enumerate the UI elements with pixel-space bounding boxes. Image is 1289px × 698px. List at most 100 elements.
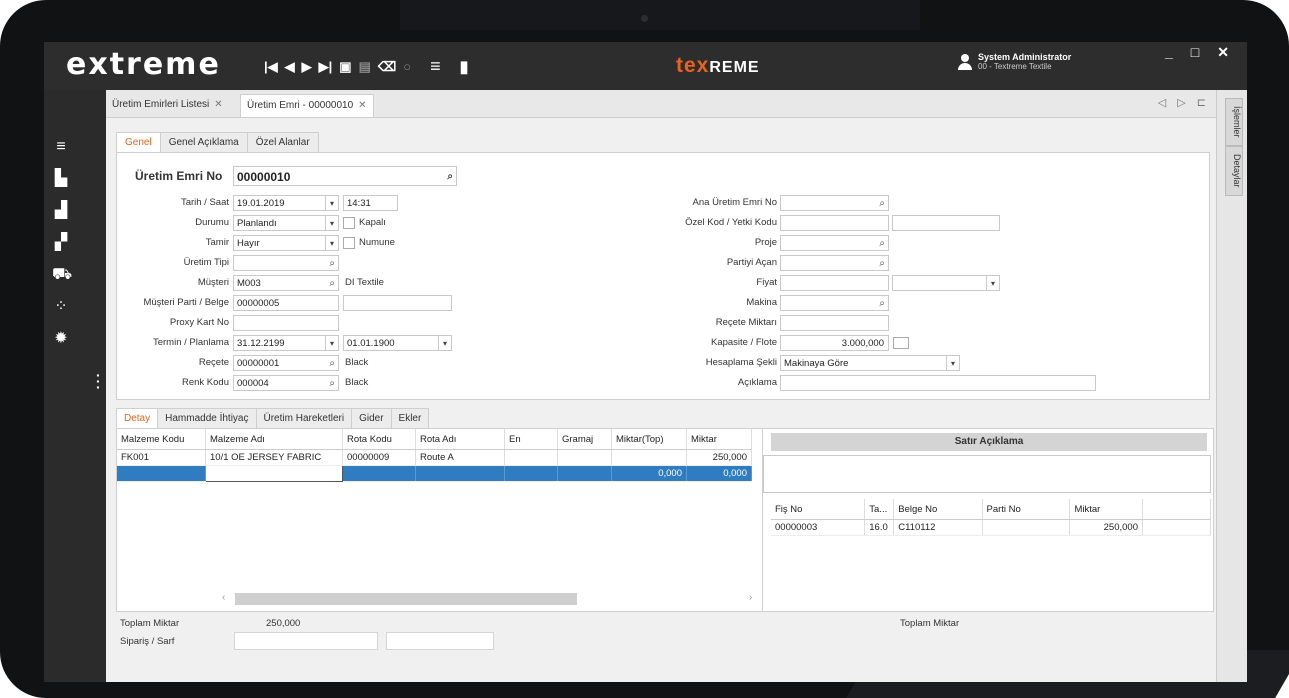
column-header[interactable]: Gramaj <box>557 429 612 450</box>
batch-opener-field[interactable]: ⌕ <box>780 255 889 271</box>
search-icon[interactable]: ⌕ <box>447 167 453 185</box>
column-header[interactable]: Malzeme Kodu <box>117 429 206 450</box>
chevron-down-icon[interactable]: ▾ <box>325 336 338 350</box>
order-field[interactable] <box>234 632 378 650</box>
user-info[interactable]: System Administrator 00 - Textreme Texti… <box>958 52 1071 71</box>
cell[interactable] <box>557 449 612 466</box>
tab-detail[interactable]: Detay <box>116 408 159 429</box>
next-record-icon[interactable]: ▶ <box>302 59 312 75</box>
tab-attachments[interactable]: Ekler <box>390 408 430 429</box>
cell[interactable] <box>504 449 558 466</box>
chevron-down-icon[interactable]: ▾ <box>325 196 338 210</box>
column-header[interactable]: Rota Kodu <box>342 429 416 450</box>
chevron-down-icon[interactable]: ▾ <box>325 216 338 230</box>
prev-record-icon[interactable]: ◀ <box>285 59 295 75</box>
table-row[interactable]: 00000003 16.0 C110112 250,000 <box>771 519 1212 536</box>
project-field[interactable]: ⌕ <box>780 235 889 251</box>
settings-icon[interactable]: ✹ <box>52 330 70 348</box>
column-header[interactable]: Rota Adı <box>415 429 505 450</box>
scroll-right-icon[interactable]: › <box>749 592 752 603</box>
type-field[interactable]: ⌕ <box>233 255 339 271</box>
chevron-down-icon[interactable]: ▾ <box>946 356 959 370</box>
customer-field[interactable]: M003 ⌕ <box>233 275 339 291</box>
customer-batch-field[interactable]: 00000005 <box>233 295 339 311</box>
search-icon[interactable]: ⌕ <box>329 256 335 270</box>
search-icon[interactable]: ⌕ <box>329 276 335 290</box>
close-tab-icon[interactable]: ✕ <box>358 100 366 111</box>
calc-select[interactable]: Makinaya Göre ▾ <box>780 355 960 371</box>
close-button[interactable]: ✕ <box>1217 44 1229 61</box>
chevron-down-icon[interactable]: ▾ <box>438 336 451 350</box>
tab-general-description[interactable]: Genel Açıklama <box>159 132 248 153</box>
refresh-icon[interactable]: ○ <box>403 59 411 74</box>
tab-order-detail[interactable]: Üretim Emri - 00000010 ✕ <box>240 94 374 117</box>
tab-production-movements[interactable]: Üretim Hareketleri <box>255 408 353 429</box>
cell[interactable] <box>117 465 206 482</box>
cell[interactable] <box>415 465 505 482</box>
column-header[interactable]: Malzeme Adı <box>205 429 343 450</box>
time-field[interactable]: 14:31 <box>343 195 398 211</box>
cart-icon[interactable]: ⛟ <box>52 266 72 284</box>
proxy-field[interactable] <box>233 315 339 331</box>
copy-icon[interactable]: ▤ <box>359 59 371 75</box>
repair-select[interactable]: Hayır ▾ <box>233 235 339 251</box>
machine-field[interactable]: ⌕ <box>780 295 889 311</box>
favorites-icon[interactable]: ≡ <box>52 138 70 156</box>
cell[interactable]: Route A <box>415 449 505 466</box>
bookmark-icon[interactable]: ▮ <box>460 57 469 77</box>
column-header[interactable]: Miktar <box>1069 499 1143 520</box>
scroll-left-icon[interactable]: ‹ <box>222 592 225 603</box>
cell[interactable]: 250,000 <box>686 449 752 466</box>
delete-icon[interactable]: ⌫ <box>378 59 396 75</box>
production-icon[interactable]: ▙ <box>52 170 70 188</box>
close-tab-icon[interactable]: ✕ <box>214 99 222 110</box>
table-row-selected[interactable]: 0,000 0,000 <box>117 465 752 482</box>
network-icon[interactable]: ⁘ <box>52 298 70 316</box>
line-description-field[interactable] <box>763 455 1211 493</box>
column-header[interactable]: En <box>504 429 558 450</box>
last-record-icon[interactable]: ▶| <box>319 59 333 75</box>
search-icon[interactable]: ⌕ <box>329 356 335 370</box>
factory-icon[interactable]: ▟ <box>52 202 70 220</box>
cell[interactable] <box>342 465 416 482</box>
cell[interactable]: 250,000 <box>1069 519 1143 536</box>
cell[interactable]: 10/1 OE JERSEY FABRIC <box>205 449 343 466</box>
capacity-field[interactable]: 3.000,000 <box>780 335 889 351</box>
search-icon[interactable]: ⌕ <box>879 296 885 310</box>
search-icon[interactable]: ⌕ <box>879 196 885 210</box>
cell[interactable]: 00000009 <box>342 449 416 466</box>
first-record-icon[interactable]: |◀ <box>264 59 278 75</box>
search-icon[interactable]: ⌕ <box>329 376 335 390</box>
table-row[interactable]: FK001 10/1 OE JERSEY FABRIC 00000009 Rou… <box>117 449 752 466</box>
sample-checkbox[interactable] <box>343 237 355 249</box>
deadline-field[interactable]: 31.12.2199 ▾ <box>233 335 339 351</box>
customer-document-field[interactable] <box>343 295 452 311</box>
column-header[interactable]: Belge No <box>893 499 983 520</box>
status-select[interactable]: Planlandı ▾ <box>233 215 339 231</box>
price-field[interactable] <box>780 275 889 291</box>
tab-custom-fields[interactable]: Özel Alanlar <box>246 132 319 153</box>
search-icon[interactable]: ⌕ <box>879 236 885 250</box>
column-header[interactable]: Miktar <box>686 429 752 450</box>
chevron-down-icon[interactable]: ▾ <box>986 276 999 290</box>
column-header[interactable]: Fiş No <box>771 499 866 520</box>
currency-select[interactable]: ▾ <box>892 275 1000 291</box>
column-header[interactable]: Parti No <box>982 499 1071 520</box>
cell[interactable] <box>504 465 558 482</box>
cell[interactable]: 00000003 <box>771 519 866 536</box>
cell-editor[interactable] <box>205 465 343 482</box>
column-header[interactable]: Ta... <box>864 499 895 520</box>
tab-expense[interactable]: Gider <box>351 408 392 429</box>
special-code-field[interactable] <box>780 215 889 231</box>
order-no-field[interactable]: 00000010 ⌕ <box>233 166 457 186</box>
tab-order-list[interactable]: Üretim Emirleri Listesi ✕ <box>106 94 229 116</box>
save-icon[interactable]: ▣ <box>339 59 351 75</box>
consumption-field[interactable] <box>386 632 494 650</box>
cell[interactable]: C110112 <box>893 519 983 536</box>
closed-checkbox[interactable] <box>343 217 355 229</box>
chevron-down-icon[interactable]: ▾ <box>325 236 338 250</box>
cell[interactable] <box>557 465 612 482</box>
search-icon[interactable]: ⌕ <box>879 256 885 270</box>
more-icon[interactable]: · · · <box>96 368 101 394</box>
column-header[interactable]: Miktar(Top) <box>611 429 687 450</box>
